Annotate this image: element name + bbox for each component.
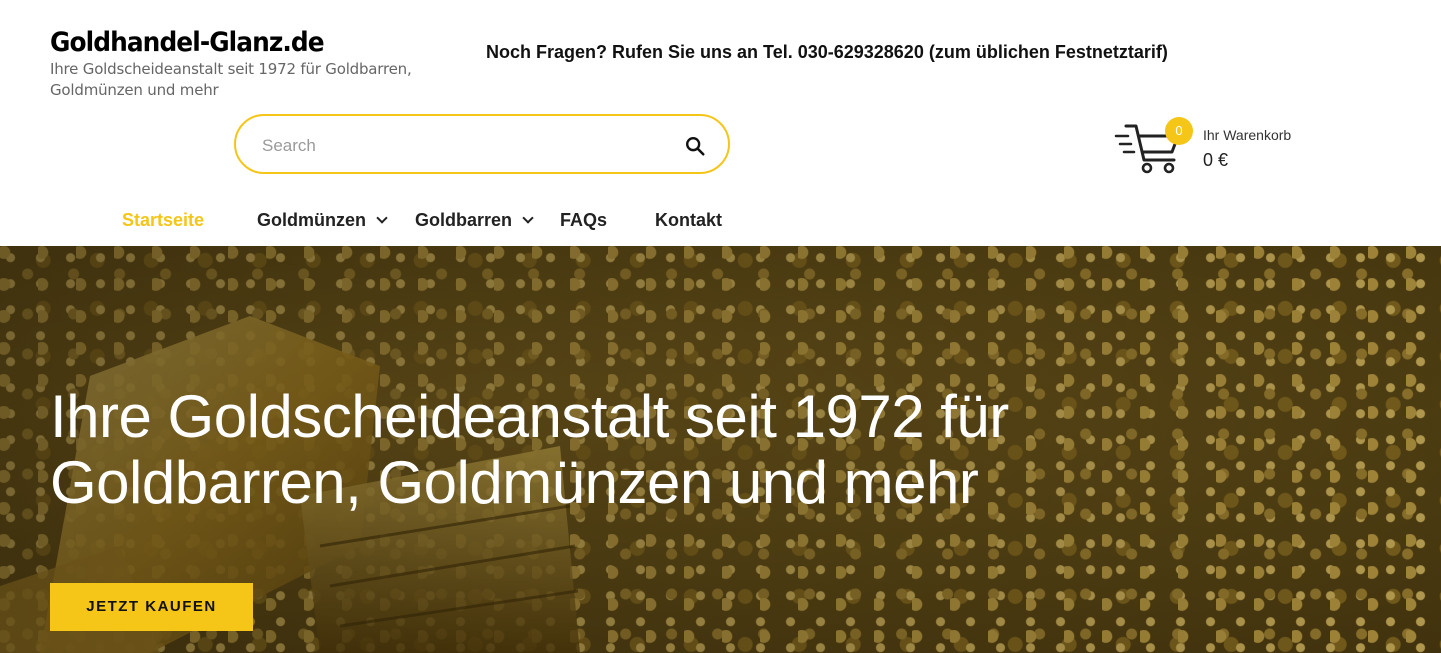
nav-item-faqs[interactable]: FAQs [560, 210, 607, 231]
nav-item-label: Startseite [122, 210, 205, 230]
logo-tagline: Ihre Goldscheideanstalt seit 1972 für Go… [50, 60, 412, 99]
logo-title: Goldhandel-Glanz.de [50, 27, 325, 58]
cart-label: Ihr Warenkorb [1203, 127, 1292, 143]
nav-item-label: FAQs [560, 210, 608, 230]
site-header: Goldhandel-Glanz.de Ihre Goldscheideanst… [0, 0, 1441, 246]
nav-item-label: Goldmünzen [257, 210, 366, 230]
hotline-text: Noch Fragen? Rufen Sie uns an Tel. 030-6… [486, 42, 1168, 62]
cart-widget[interactable]: 0 Ihr Warenkorb 0 € [1114, 116, 1314, 176]
nav-item-startseite[interactable]: Startseite [122, 210, 204, 231]
nav-item-goldmuenzen[interactable]: Goldmünzen [257, 210, 388, 231]
hero-banner: Ihre Goldscheideanstalt seit 1972 für Go… [0, 246, 1441, 653]
cart-count-badge: 0 [1165, 117, 1193, 145]
cart-total: 0 € [1203, 150, 1229, 170]
hero-title: Ihre Goldscheideanstalt seit 1972 für Go… [50, 383, 1009, 516]
site-logo[interactable]: Goldhandel-Glanz.de Ihre Goldscheideanst… [50, 28, 450, 101]
nav-item-label: Goldbarren [415, 210, 513, 230]
nav-item-kontakt[interactable]: Kontakt [655, 210, 722, 231]
search-input[interactable] [260, 128, 664, 164]
nav-item-goldbarren[interactable]: Goldbarren [415, 210, 534, 231]
search-icon[interactable] [684, 135, 706, 157]
search-bar [234, 114, 730, 174]
nav-item-label: Kontakt [655, 210, 722, 230]
chevron-down-icon [376, 212, 388, 224]
buy-now-button[interactable]: JETZT KAUFEN [50, 583, 253, 631]
chevron-down-icon [522, 212, 534, 224]
main-navigation: Startseite Goldmünzen Goldbarren FAQs Ko… [0, 196, 1441, 246]
